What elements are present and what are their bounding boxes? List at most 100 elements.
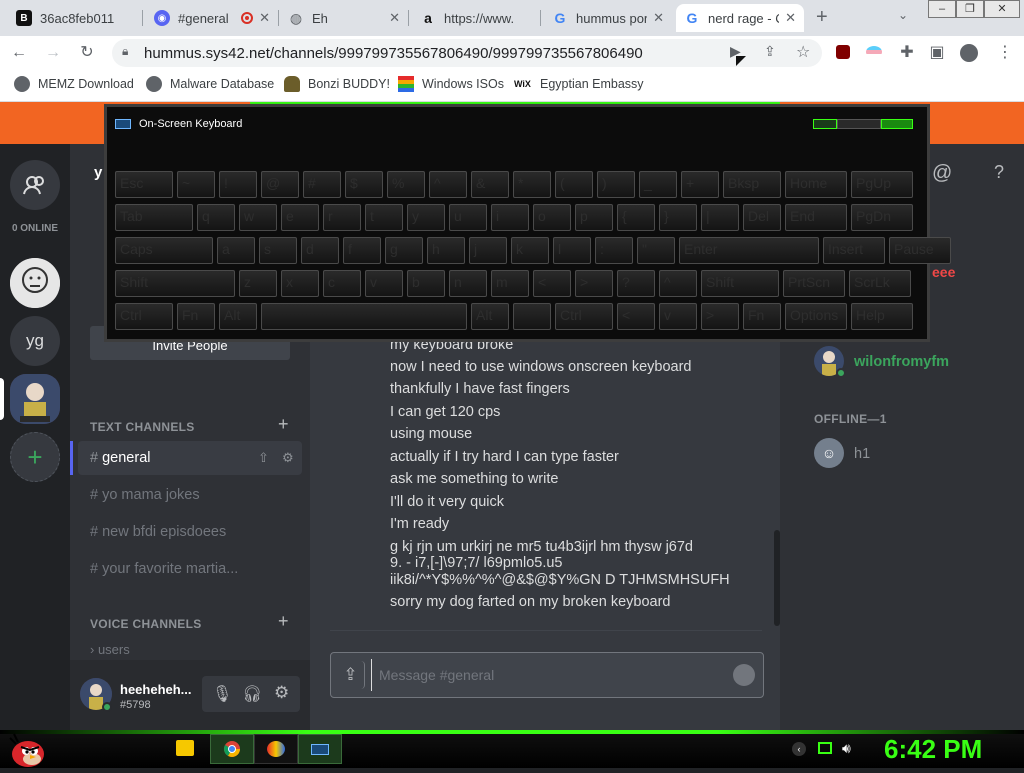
osk-key[interactable]: z — [239, 270, 277, 297]
osk-key[interactable]: c — [323, 270, 361, 297]
osk-key[interactable]: t — [365, 204, 403, 231]
osk-key[interactable]: < — [617, 303, 655, 330]
bookmark-malware[interactable]: Malware Database — [146, 76, 274, 92]
bookmark-star-icon[interactable]: ☆ — [796, 42, 810, 62]
osk-key[interactable]: > — [575, 270, 613, 297]
taskbar-paint[interactable] — [254, 734, 298, 764]
friends-icon[interactable] — [10, 160, 60, 210]
start-button-angry-bird-icon[interactable] — [6, 732, 46, 768]
osk-key[interactable]: Ctrl — [555, 303, 613, 330]
osk-key[interactable]: ? — [617, 270, 655, 297]
bookmark-bonzi[interactable]: Bonzi BUDDY! — [284, 76, 390, 92]
osk-titlebar[interactable]: On-Screen Keyboard — [107, 107, 927, 139]
extensions-icon[interactable]: ✚ — [896, 42, 918, 64]
invite-icon[interactable]: ⇧ — [258, 441, 269, 475]
osk-key[interactable]: q — [197, 204, 235, 231]
osk-key[interactable]: e — [281, 204, 319, 231]
osk-key[interactable]: Tab — [115, 204, 193, 231]
help-icon[interactable]: ? — [994, 162, 1004, 183]
osk-key[interactable]: x — [281, 270, 319, 297]
osk-key[interactable]: ScrLk — [849, 270, 911, 297]
osk-key[interactable] — [261, 303, 467, 330]
add-channel-icon[interactable]: + — [278, 414, 289, 435]
text-channels-header[interactable]: TEXT CHANNELS — [90, 420, 195, 434]
side-panel-icon[interactable]: ▣ — [926, 42, 948, 64]
osk-key[interactable]: Home — [785, 171, 847, 198]
osk-key[interactable]: ^ — [429, 171, 467, 198]
gear-icon[interactable]: ⚙ — [282, 441, 294, 475]
clock[interactable]: 6:42 PM — [884, 734, 982, 765]
osk-key[interactable]: ) — [597, 171, 635, 198]
osk-key[interactable]: Shift — [701, 270, 779, 297]
osk-key[interactable]: g — [385, 237, 423, 264]
osk-key[interactable]: y — [407, 204, 445, 231]
taskbar-chrome[interactable] — [210, 734, 254, 764]
osk-key[interactable]: % — [387, 171, 425, 198]
emoji-icon[interactable] — [733, 664, 755, 686]
osk-key[interactable]: } — [659, 204, 697, 231]
bookmark-embassy[interactable]: WiX Egyptian Embassy — [514, 76, 644, 92]
tab-0[interactable]: B 36ac8feb011 — [8, 4, 142, 32]
osk-key[interactable]: * — [513, 171, 551, 198]
osk-key[interactable]: | — [701, 204, 739, 231]
headphones-icon[interactable]: 🎧︎ — [242, 684, 262, 704]
tab-search-icon[interactable]: ⌄ — [898, 8, 908, 22]
osk-key[interactable]: _ — [639, 171, 677, 198]
osk-key[interactable]: o — [533, 204, 571, 231]
osk-key[interactable]: { — [617, 204, 655, 231]
osk-key[interactable]: n — [449, 270, 487, 297]
close-tab-icon[interactable]: ✕ — [259, 10, 270, 26]
server-current-avatar[interactable] — [10, 374, 60, 424]
server-name[interactable]: y — [94, 164, 102, 181]
osk-key[interactable]: l — [553, 237, 591, 264]
at-icon[interactable]: @ — [932, 162, 952, 185]
osk-key[interactable]: v — [365, 270, 403, 297]
osk-key[interactable]: > — [701, 303, 739, 330]
osk-key[interactable]: ( — [555, 171, 593, 198]
osk-key[interactable]: ! — [219, 171, 257, 198]
server-yg[interactable]: yg — [10, 316, 60, 366]
osk-key[interactable]: < — [533, 270, 571, 297]
channel-general[interactable]: # general ⇧ ⚙ — [78, 441, 302, 475]
volume-icon[interactable]: 🔊︎ — [842, 740, 851, 757]
tray-chevron-icon[interactable]: ‹ — [792, 742, 806, 756]
network-icon[interactable] — [818, 742, 832, 754]
osk-key[interactable]: Ctrl — [115, 303, 173, 330]
osk-key[interactable]: Shift — [115, 270, 235, 297]
new-tab-button[interactable]: + — [816, 6, 828, 29]
server-meme-avatar[interactable] — [10, 258, 60, 308]
voice-channel-users[interactable]: › users — [78, 639, 302, 659]
osk-key[interactable]: @ — [261, 171, 299, 198]
osk-key[interactable]: i — [491, 204, 529, 231]
osk-key[interactable]: d — [301, 237, 339, 264]
osk-key[interactable]: j — [469, 237, 507, 264]
close-window-button[interactable]: ✕ — [984, 0, 1020, 18]
osk-key[interactable]: Pause — [889, 237, 951, 264]
channel-favorite-martia[interactable]: # your favorite martia... — [78, 552, 302, 586]
bookmark-memz[interactable]: MEMZ Download — [14, 76, 134, 92]
osk-key[interactable]: Fn — [743, 303, 781, 330]
osk-key[interactable]: r — [323, 204, 361, 231]
forward-icon[interactable]: → — [42, 42, 64, 64]
osk-maximize-button[interactable] — [837, 119, 881, 129]
tab-5[interactable]: G nerd rage - C ✕ — [676, 4, 804, 32]
osk-key[interactable]: ~ — [177, 171, 215, 198]
osk-key[interactable]: PrtScn — [783, 270, 845, 297]
osk-key[interactable]: m — [491, 270, 529, 297]
osk-key[interactable]: u — [449, 204, 487, 231]
osk-key[interactable]: ^ — [659, 270, 697, 297]
message-input[interactable]: Message #general — [379, 667, 494, 683]
osk-key[interactable]: PgUp — [851, 171, 913, 198]
folder-icon[interactable] — [176, 740, 194, 756]
osk-key[interactable]: p — [575, 204, 613, 231]
osk-key[interactable]: $ — [345, 171, 383, 198]
osk-key[interactable]: Bksp — [723, 171, 781, 198]
osk-key[interactable]: a — [217, 237, 255, 264]
tab-1[interactable]: ◉ #general ✕ — [146, 4, 278, 32]
osk-key[interactable]: w — [239, 204, 277, 231]
bookmark-windows[interactable]: Windows ISOs — [398, 76, 504, 92]
tab-3[interactable]: a https://www. — [412, 4, 540, 32]
voice-channels-header[interactable]: VOICE CHANNELS — [90, 617, 202, 631]
osk-key[interactable] — [513, 303, 551, 330]
member-name[interactable]: wilonfromyfm — [854, 354, 949, 370]
